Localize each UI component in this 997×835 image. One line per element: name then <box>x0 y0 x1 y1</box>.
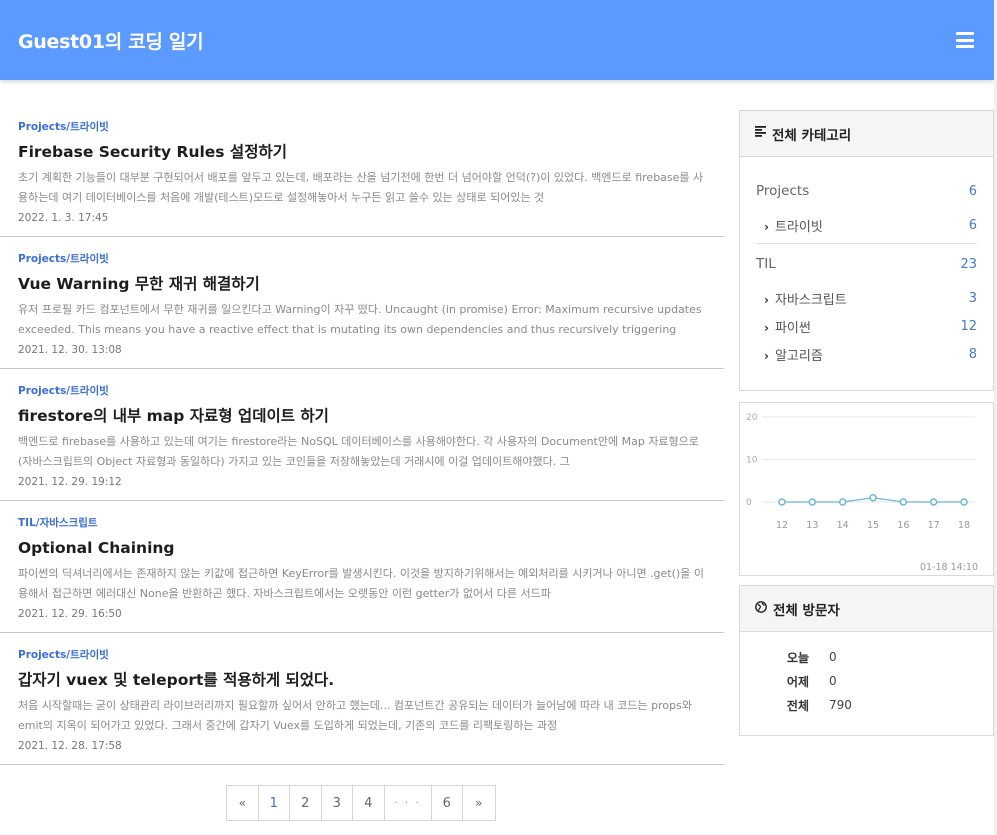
post-title[interactable]: Firebase Security Rules 설정하기 <box>18 141 724 163</box>
category-count: 23 <box>960 256 977 272</box>
chart-point[interactable] <box>929 498 938 506</box>
page-button-2[interactable]: 2 <box>290 786 322 820</box>
visitor-chart: 20 10 0 12 13 14 15 16 17 18 01-18 14:10 <box>746 413 978 573</box>
visitor-panel: 전체 방문자 오늘 0 어제 0 전체 790 <box>739 585 994 736</box>
post-category[interactable]: Projects/트라이빗 <box>18 383 724 399</box>
visitor-panel-header: 전체 방문자 <box>740 586 993 632</box>
chart-point[interactable] <box>960 498 968 506</box>
chart-point[interactable] <box>838 498 847 506</box>
chart-y-tick-label: 10 <box>746 456 758 466</box>
post-item[interactable]: Projects/트라이빗 firestore의 내부 map 자료형 업데이트… <box>0 369 724 501</box>
category-count: 3 <box>968 290 977 306</box>
page-button-4[interactable]: 4 <box>353 786 385 820</box>
category-count: 8 <box>968 346 977 362</box>
chart-x-tick-label: 16 <box>897 520 909 531</box>
visitor-value: 790 <box>829 698 852 712</box>
category-panel: 전체 카테고리 Projects 6 › 트라이빗 6 TIL 23 › 자바스크립… <box>739 110 994 391</box>
pagination: « 1 2 3 4 · · · 6 » <box>226 785 496 821</box>
visitor-label: 어제 <box>786 674 809 689</box>
post-date: 2021. 12. 29. 16:50 <box>18 608 122 620</box>
post-category[interactable]: TIL/자바스크립트 <box>18 515 724 531</box>
category-name[interactable]: 파이썬 <box>775 321 811 336</box>
visitor-row-yesterday: 어제 0 <box>740 669 993 693</box>
chevron-right-icon: › <box>764 320 769 335</box>
post-title[interactable]: Optional Chaining <box>18 537 724 559</box>
chart-point[interactable] <box>778 498 786 506</box>
category-name[interactable]: 알고리즘 <box>775 349 823 364</box>
chevron-right-icon: › <box>764 219 769 234</box>
chart-x-tick-label: 13 <box>806 520 818 531</box>
category-panel-title: 전체 카테고리 <box>772 127 852 144</box>
post-item[interactable]: TIL/자바스크립트 Optional Chaining 파이썬의 딕셔너리에서… <box>0 501 724 633</box>
post-date: 2021. 12. 28. 17:58 <box>18 740 122 752</box>
category-divider <box>756 243 977 244</box>
post-excerpt[interactable]: 유저 프로필 카드 컴포넌트에서 무한 재귀를 일으킨다고 Warning이 자… <box>18 300 708 340</box>
post-category[interactable]: Projects/트라이빗 <box>18 119 724 135</box>
category-item-python[interactable]: › 파이썬 12 <box>756 312 977 340</box>
category-item-javascript[interactable]: › 자바스크립트 3 <box>756 284 977 312</box>
post-date: 2022. 1. 3. 17:45 <box>18 212 109 224</box>
chart-timestamp: 01-18 14:10 <box>920 562 978 573</box>
category-panel-header: 전체 카테고리 <box>740 111 993 157</box>
category-count: 6 <box>968 183 977 199</box>
category-name[interactable]: TIL <box>756 256 776 272</box>
category-name[interactable]: 트라이빗 <box>775 220 823 235</box>
category-name[interactable]: 자바스크립트 <box>775 293 847 308</box>
post-item[interactable]: Projects/트라이빗 Vue Warning 무한 재귀 해결하기 유저 … <box>0 237 724 369</box>
post-list: Projects/트라이빗 Firebase Security Rules 설정… <box>0 105 724 765</box>
post-category[interactable]: Projects/트라이빗 <box>18 251 724 267</box>
chart-point[interactable] <box>808 498 817 506</box>
next-page-button[interactable]: » <box>463 786 495 820</box>
chart-x-tick-label: 17 <box>928 520 940 531</box>
post-date: 2021. 12. 30. 13:08 <box>18 344 122 356</box>
chevron-right-icon: › <box>764 348 769 363</box>
visitor-value: 0 <box>829 650 837 664</box>
page-button-3[interactable]: 3 <box>322 786 353 820</box>
chevron-right-icon: › <box>764 292 769 307</box>
globe-icon <box>755 600 767 617</box>
page-button-1[interactable]: 1 <box>259 786 290 820</box>
post-excerpt[interactable]: 초기 계획한 기능들이 대부분 구현되어서 배포를 앞두고 있는데, 배포라는 … <box>18 168 708 208</box>
site-title[interactable]: Guest01의 코딩 일기 <box>18 27 204 54</box>
category-group-til[interactable]: TIL 23 <box>756 250 977 278</box>
chart-point[interactable] <box>899 498 908 506</box>
prev-page-button[interactable]: « <box>227 786 259 820</box>
post-item[interactable]: Projects/트라이빗 갑자기 vuex 및 teleport를 적용하게 … <box>0 633 724 765</box>
post-excerpt[interactable]: 파이썬의 딕셔너리에서는 존재하지 않는 키값에 접근하면 KeyError를 … <box>18 564 708 604</box>
visitor-panel-title: 전체 방문자 <box>773 602 840 619</box>
chart-x-tick-label: 15 <box>867 520 879 531</box>
category-count: 6 <box>968 217 977 233</box>
visitor-row-today: 오늘 0 <box>740 645 993 669</box>
post-date: 2021. 12. 29. 19:12 <box>18 476 122 488</box>
hamburger-menu-icon[interactable] <box>956 32 974 48</box>
post-title[interactable]: 갑자기 vuex 및 teleport를 적용하게 되었다. <box>18 669 724 691</box>
chart-point[interactable] <box>869 494 877 502</box>
visitor-label: 오늘 <box>786 650 809 665</box>
chart-x-tick-label: 12 <box>776 520 788 531</box>
chart-y-tick-label: 0 <box>746 498 752 508</box>
visitor-label: 전체 <box>786 698 809 713</box>
post-title[interactable]: Vue Warning 무한 재귀 해결하기 <box>18 273 724 295</box>
site-header: Guest01의 코딩 일기 <box>0 0 994 80</box>
category-item-tribit[interactable]: › 트라이빗 6 <box>756 211 977 239</box>
page-ellipsis: · · · <box>385 786 432 820</box>
chart-x-tick-label: 18 <box>958 520 970 531</box>
post-excerpt[interactable]: 처음 시작할때는 굳이 상태관리 라이브러리까지 필요할까 싶어서 안하고 했는… <box>18 696 708 736</box>
category-group-projects[interactable]: Projects 6 <box>756 177 977 205</box>
post-item[interactable]: Projects/트라이빗 Firebase Security Rules 설정… <box>0 105 724 237</box>
visitor-value: 0 <box>829 674 837 688</box>
chart-x-tick-label: 14 <box>837 520 849 531</box>
list-icon <box>755 126 766 141</box>
post-excerpt[interactable]: 백엔드로 firebase를 사용하고 있는데 여기는 firestore라는 … <box>18 432 708 472</box>
post-title[interactable]: firestore의 내부 map 자료형 업데이트 하기 <box>18 405 724 427</box>
chart-y-tick-label: 20 <box>746 413 758 423</box>
category-item-algorithm[interactable]: › 알고리즘 8 <box>756 340 977 368</box>
visitor-chart-panel: 20 10 0 12 13 14 15 16 17 18 01-18 14:10 <box>739 402 994 576</box>
page-button-6[interactable]: 6 <box>432 786 463 820</box>
post-category[interactable]: Projects/트라이빗 <box>18 647 724 663</box>
category-count: 12 <box>960 318 977 334</box>
category-name[interactable]: Projects <box>756 183 809 199</box>
visitor-row-total: 전체 790 <box>740 693 993 717</box>
